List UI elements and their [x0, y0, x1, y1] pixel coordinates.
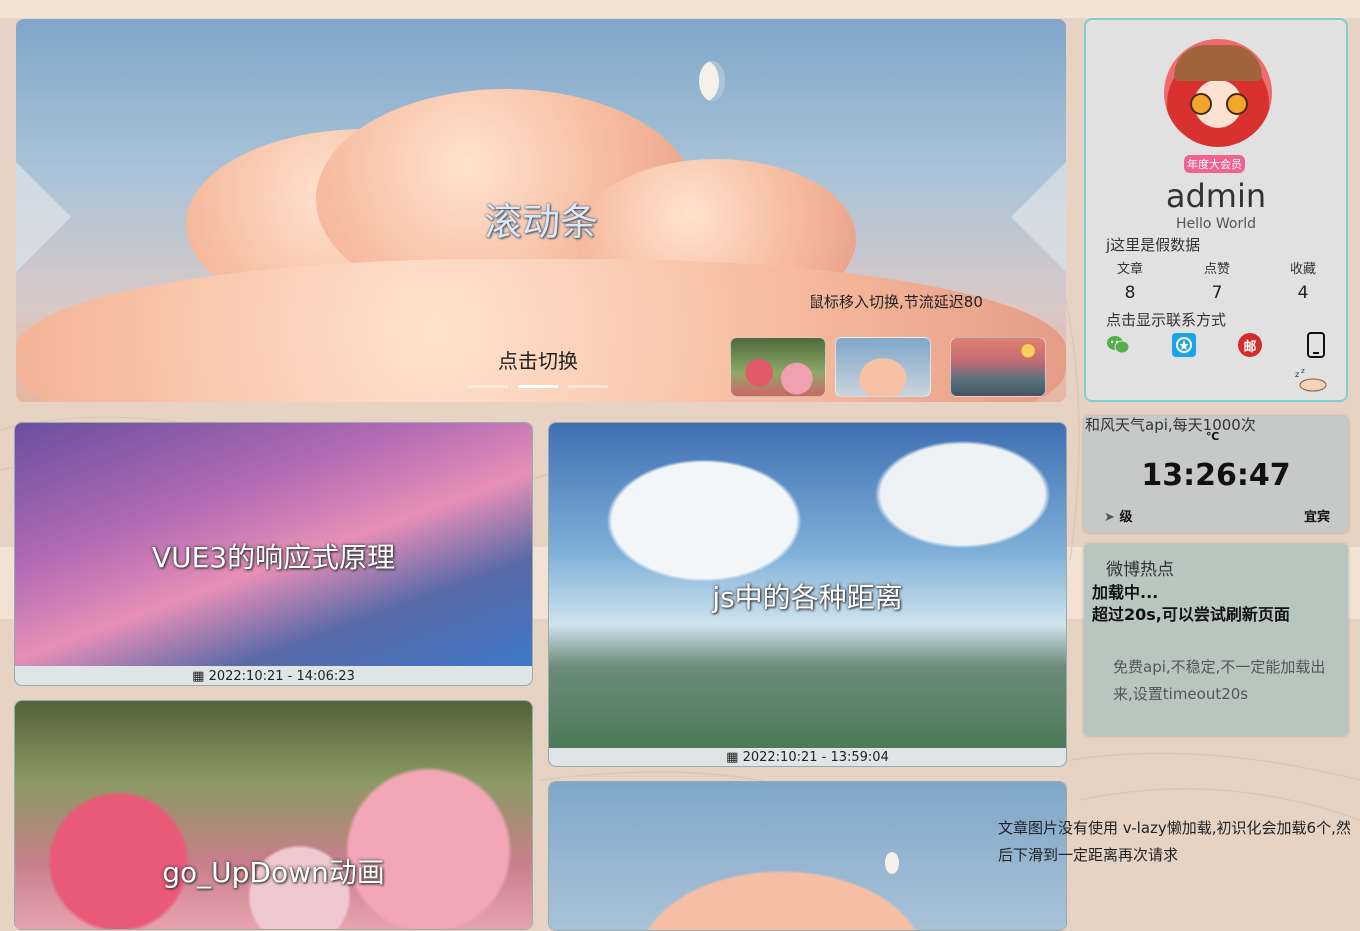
calendar-icon: ▦	[192, 669, 205, 684]
article-card[interactable]: VUE3的响应式原理 ▦ 2022:10:21 - 14:06:23	[14, 422, 533, 686]
stat-value: 4	[1297, 283, 1309, 303]
fake-data-note: j这里是假数据	[1106, 236, 1201, 254]
top-bar	[0, 0, 1360, 18]
profile-card: 年度大会员 admin Hello World j这里是假数据 文章 8 点赞 …	[1084, 18, 1348, 402]
carousel-click-label[interactable]: 点击切换	[498, 345, 578, 374]
article-card[interactable]: js中的各种距离 ▦ 2022:10:21 - 13:59:04	[548, 422, 1067, 767]
weather-widget: 和风天气api,每天1000次 ℃ 13:26:47 ➤ 级 宜宾	[1084, 416, 1348, 533]
send-icon: ➤	[1104, 510, 1115, 525]
article-card[interactable]: go_UpDown动画	[14, 700, 533, 930]
svg-text:z: z	[1295, 370, 1299, 379]
article-date-text: 2022:10:21 - 14:06:23	[208, 669, 355, 684]
vip-badge: 年度大会员	[1184, 155, 1245, 173]
calendar-icon: ▦	[726, 750, 739, 765]
temperature-unit: ℃	[1206, 430, 1220, 443]
weibo-hot-widget: 微博热点 加载中... 超过20s,可以尝试刷新页面 免费api,不稳定,不一定…	[1084, 544, 1348, 736]
article-card[interactable]	[548, 781, 1067, 931]
moon-image	[699, 61, 725, 101]
carousel-dot-active[interactable]	[518, 385, 558, 388]
article-title[interactable]: js中的各种距离	[549, 576, 1066, 616]
carousel-thumbnail-cloud[interactable]	[835, 337, 931, 397]
moon-image	[885, 852, 899, 874]
article-cover-image	[549, 782, 1066, 930]
qq-icon[interactable]	[1172, 333, 1196, 357]
svg-text:z: z	[1301, 368, 1305, 375]
stat-label: 文章	[1116, 262, 1143, 277]
loading-text: 加载中...	[1092, 583, 1159, 602]
carousel-dot[interactable]	[468, 385, 508, 388]
carousel-title: 滚动条	[483, 200, 598, 244]
stat-likes[interactable]: 点赞 7	[1187, 258, 1247, 303]
stat-value: 8	[1124, 283, 1136, 303]
weibo-api-note: 免费api,不稳定,不一定能加载出来,设置timeout20s	[1113, 658, 1326, 703]
stat-label: 点赞	[1203, 262, 1230, 277]
contact-note: 点击显示联系方式	[1106, 311, 1227, 329]
stat-label: 收藏	[1289, 262, 1316, 277]
loading-hint: 超过20s,可以尝试刷新页面	[1092, 605, 1290, 624]
article-cover-image	[15, 701, 532, 929]
avatar[interactable]	[1164, 39, 1272, 147]
wind-label: 级	[1119, 510, 1133, 525]
wind-level: ➤ 级	[1104, 506, 1132, 525]
weather-api-note: 和风天气api,每天1000次	[1085, 416, 1256, 434]
profile-motto: Hello World	[1175, 216, 1257, 232]
carousel-dot[interactable]	[568, 385, 608, 388]
weibo-title: 微博热点	[1106, 560, 1174, 580]
article-title[interactable]: VUE3的响应式原理	[15, 536, 532, 576]
carousel-dots	[468, 385, 608, 388]
clock-time: 13:26:47	[1141, 458, 1291, 493]
lazy-load-note: 文章图片没有使用 v-lazy懒加载,初识化会加载6个,然后下滑到一定距离再次请…	[998, 819, 1351, 864]
stat-articles[interactable]: 文章 8	[1100, 258, 1160, 303]
city-name: 宜宾	[1303, 510, 1330, 525]
article-title[interactable]: go_UpDown动画	[15, 851, 532, 891]
mail-icon[interactable]: 邮	[1238, 333, 1262, 357]
wechat-icon[interactable]	[1106, 333, 1130, 357]
carousel-thumbnail-flowers[interactable]	[730, 337, 826, 397]
carousel-thumbnail-sunset[interactable]	[950, 337, 1046, 397]
article-date-text: 2022:10:21 - 13:59:04	[742, 750, 889, 765]
profile-name: admin	[1165, 177, 1267, 215]
weibo-loading: 加载中... 超过20s,可以尝试刷新页面	[1092, 582, 1290, 626]
banner-carousel[interactable]: 滚动条 鼠标移入切换,节流延迟80 点击切换	[16, 19, 1066, 402]
stat-favorites[interactable]: 收藏 4	[1273, 258, 1333, 303]
carousel-hover-note: 鼠标移入切换,节流延迟80	[809, 293, 983, 311]
sleeping-cat-icon: zz	[1293, 367, 1329, 396]
article-date: ▦ 2022:10:21 - 14:06:23	[15, 669, 532, 684]
stat-value: 7	[1211, 283, 1223, 303]
phone-icon[interactable]	[1304, 332, 1328, 358]
article-date: ▦ 2022:10:21 - 13:59:04	[549, 750, 1066, 765]
